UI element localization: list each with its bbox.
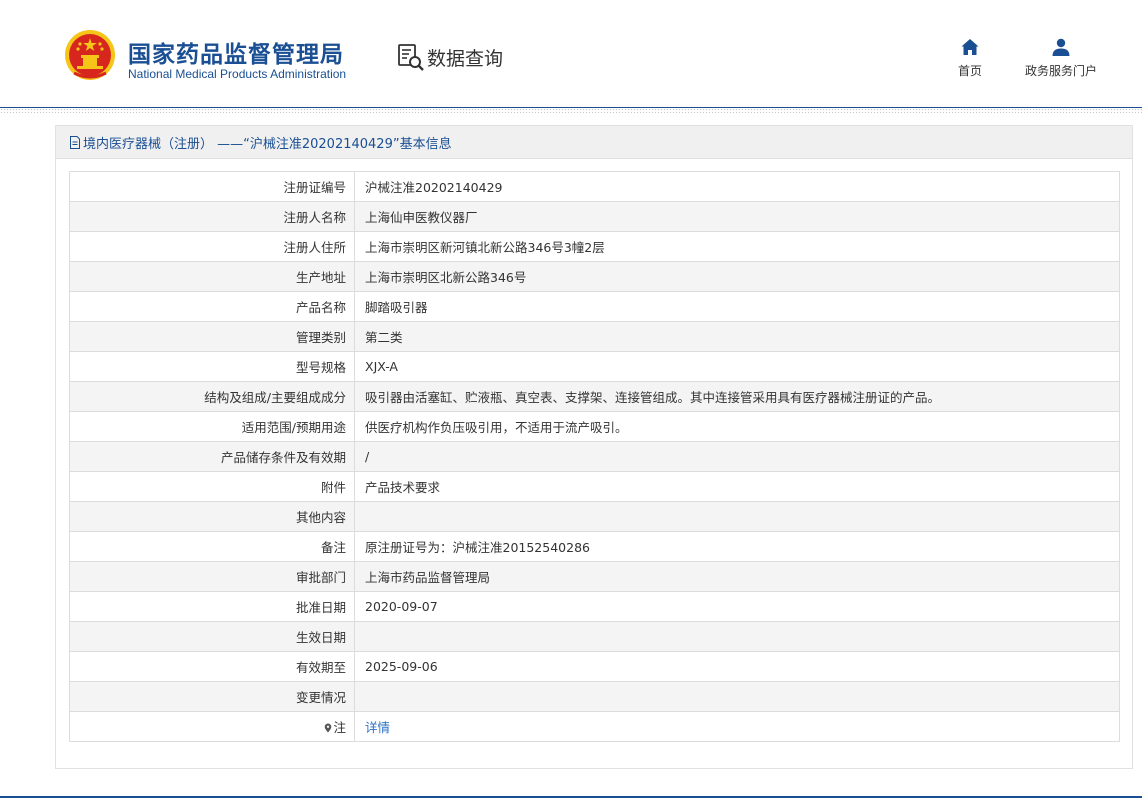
document-icon: [70, 135, 80, 149]
table-row: 批准日期 2020-09-07: [69, 591, 1120, 622]
table-row: 生效日期: [69, 621, 1120, 652]
table-row: 型号规格 XJX-A: [69, 351, 1120, 382]
row-value: 上海市崇明区新河镇北新公路346号3幢2层: [354, 231, 1120, 262]
row-label: 生效日期: [69, 621, 355, 652]
table-row: 备注 原注册证号为：沪械注准20152540286: [69, 531, 1120, 562]
row-value: 上海市崇明区北新公路346号: [354, 261, 1120, 292]
detail-table: 注册证编号 沪械注准20202140429 注册人名称 上海仙申医教仪器厂 注册人住…: [69, 171, 1120, 742]
panel-title-text: 境内医疗器械（注册） ——“沪械注准20202140429”基本信息: [83, 136, 452, 152]
row-value: [354, 681, 1120, 712]
row-label: 产品名称: [69, 291, 355, 322]
row-label: 注册人住所: [69, 231, 355, 262]
panel-title: 境内医疗器械（注册） ——“沪械注准20202140429”基本信息: [56, 126, 1132, 159]
table-row: 管理类别 第二类: [69, 321, 1120, 352]
row-value: 第二类: [354, 321, 1120, 352]
site-logo-en[interactable]: National Medical Products Administration: [128, 67, 346, 81]
home-icon: [961, 39, 979, 55]
table-row: 审批部门 上海市药品监督管理局: [69, 561, 1120, 592]
user-icon: [1052, 38, 1070, 56]
note-row: 注 详情: [69, 711, 1120, 742]
nav-service-portal-label: 政务服务门户: [1024, 64, 1097, 78]
row-value: XJX-A: [354, 351, 1120, 382]
footer-divider: [0, 796, 1142, 798]
table-row: 附件 产品技术要求: [69, 471, 1120, 502]
row-label: 有效期至: [69, 651, 355, 682]
row-label: 产品储存条件及有效期: [69, 441, 355, 472]
row-value: 上海仙申医教仪器厂: [354, 201, 1120, 232]
row-label: 变更情况: [69, 681, 355, 712]
row-label: 生产地址: [69, 261, 355, 292]
section-title-text: 数据查询: [427, 47, 504, 70]
row-value: 吸引器由活塞缸、贮液瓶、真空表、支撑架、连接管组成。其中连接管采用具有医疗器械注…: [354, 381, 1120, 412]
table-row: 注册人名称 上海仙申医教仪器厂: [69, 201, 1120, 232]
table-row: 变更情况: [69, 681, 1120, 712]
row-label: 适用范围/预期用途: [69, 411, 355, 442]
note-label-cell: 注: [69, 711, 355, 742]
details-link[interactable]: 详情: [365, 720, 390, 735]
detail-panel: 境内医疗器械（注册） ——“沪械注准20202140429”基本信息 注册证编号…: [55, 125, 1133, 769]
site-logo-cn[interactable]: 国家药品监督管理局: [128, 35, 344, 69]
row-value: 上海市药品监督管理局: [354, 561, 1120, 592]
nav-home-label: 首页: [957, 64, 982, 78]
row-value: /: [354, 441, 1120, 472]
table-row: 生产地址 上海市崇明区北新公路346号: [69, 261, 1120, 292]
row-value: 脚踏吸引器: [354, 291, 1120, 322]
pin-icon: [325, 723, 332, 733]
row-label: 附件: [69, 471, 355, 502]
row-label: 审批部门: [69, 561, 355, 592]
table-row: 有效期至 2025-09-06: [69, 651, 1120, 682]
section-title: 数据查询: [396, 42, 503, 72]
nav-service-portal[interactable]: 政务服务门户: [1018, 37, 1104, 79]
row-label: 注册证编号: [69, 171, 355, 202]
nav-home[interactable]: 首页: [955, 37, 985, 79]
note-value-cell: 详情: [354, 711, 1120, 742]
row-value: 2020-09-07: [354, 591, 1120, 622]
row-label: 备注: [69, 531, 355, 562]
table-row: 注册人住所 上海市崇明区新河镇北新公路346号3幢2层: [69, 231, 1120, 262]
national-emblem-icon: [65, 30, 115, 80]
header-dotted-band: [0, 108, 1142, 114]
row-label: 注册人名称: [69, 201, 355, 232]
table-row: 产品名称 脚踏吸引器: [69, 291, 1120, 322]
table-row: 其他内容: [69, 501, 1120, 532]
table-row: 适用范围/预期用途 供医疗机构作负压吸引用，不适用于流产吸引。: [69, 411, 1120, 442]
row-value: 2025-09-06: [354, 651, 1120, 682]
row-value: [354, 501, 1120, 532]
row-label: 型号规格: [69, 351, 355, 382]
table-row: 注册证编号 沪械注准20202140429: [69, 171, 1120, 202]
row-label: 管理类别: [69, 321, 355, 352]
row-label: 结构及组成/主要组成成分: [69, 381, 355, 412]
row-value: 原注册证号为：沪械注准20152540286: [354, 531, 1120, 562]
row-value: [354, 621, 1120, 652]
row-value: 沪械注准20202140429: [354, 171, 1120, 202]
document-search-icon: [398, 44, 424, 71]
table-row: 结构及组成/主要组成成分 吸引器由活塞缸、贮液瓶、真空表、支撑架、连接管组成。其中…: [69, 381, 1120, 412]
site-header: 国家药品监督管理局 National Medical Products Admi…: [0, 0, 1142, 108]
row-value: 产品技术要求: [354, 471, 1120, 502]
row-label: 批准日期: [69, 591, 355, 622]
row-value: 供医疗机构作负压吸引用，不适用于流产吸引。: [354, 411, 1120, 442]
table-row: 产品储存条件及有效期 /: [69, 441, 1120, 472]
note-label: 注: [333, 720, 346, 735]
row-label: 其他内容: [69, 501, 355, 532]
